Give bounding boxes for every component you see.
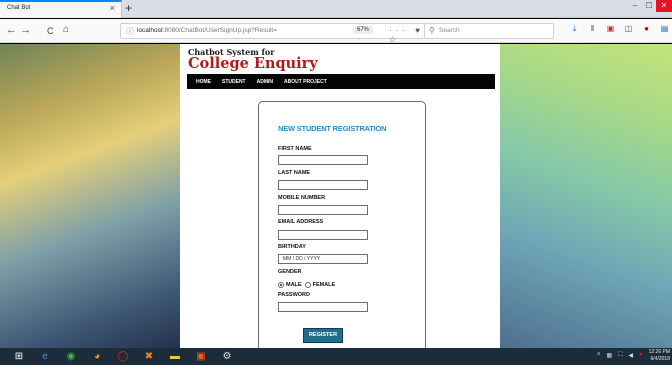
forward-icon[interactable]: → (20, 23, 31, 37)
close-window-icon[interactable]: ✕ (656, 0, 672, 12)
volume-icon[interactable]: ◀ (628, 352, 633, 359)
gender-male-label: MALE (286, 282, 302, 288)
system-tray: ˄ ▦ ⛶ ◀ ● (597, 352, 643, 359)
browser-tab-bar: Chat Bot × + – ☐ ✕ (0, 0, 672, 18)
gender-male-radio[interactable] (278, 282, 284, 288)
search-bar[interactable]: ⚲ Search (424, 23, 554, 39)
menu-item-about-project[interactable]: ABOUT PROJECT (284, 79, 327, 85)
reload-icon[interactable]: C (47, 24, 54, 38)
url-text[interactable]: localhost:8080/ChatBot/UserSignUp.jsp?Re… (137, 27, 277, 34)
browser-nav-bar: ← → C ⌂ ⓘ localhost:8080/ChatBot/UserSig… (0, 19, 672, 44)
app-icon[interactable]: ▣ (194, 350, 208, 363)
menu-item-admin[interactable]: ADMIN (257, 79, 273, 85)
first-name-label: FIRST NAME (278, 146, 312, 152)
extension-icon[interactable]: ▤ (660, 24, 669, 34)
password-field[interactable] (278, 302, 368, 312)
birthday-label: BIRTHDAY (278, 244, 306, 250)
gender-female-radio[interactable] (304, 282, 311, 288)
tab-close-icon[interactable]: × (110, 3, 115, 13)
password-label: PASSWORD (278, 292, 310, 298)
settings-icon[interactable]: ⚙ (220, 350, 234, 363)
zoom-level[interactable]: 67% (353, 26, 374, 34)
menu-item-home[interactable]: HOME (196, 79, 211, 85)
minimize-icon[interactable]: – (628, 0, 642, 12)
language-icon[interactable]: ⛶ (618, 352, 622, 359)
registration-card: NEW STUDENT REGISTRATION FIRST NAME LAST… (258, 101, 426, 348)
opera-icon[interactable]: ◯ (116, 350, 130, 363)
clock-time: 12:26 PM (648, 349, 670, 355)
clock-date: 6/4/2018 (650, 356, 670, 362)
form-title: NEW STUDENT REGISTRATION (278, 124, 387, 133)
site-menu-bar: HOME STUDENT ADMIN ABOUT PROJECT (187, 74, 495, 89)
info-icon[interactable]: ⓘ (126, 26, 134, 37)
browser-tab[interactable]: Chat Bot × (0, 0, 122, 18)
birthday-field[interactable]: MM / DD / YYYY (278, 254, 368, 264)
firefox-icon[interactable]: ◕ (90, 350, 104, 363)
birthday-placeholder: MM / DD / YYYY (283, 256, 321, 262)
taskbar-clock[interactable]: 12:26 PM 6/4/2018 (649, 349, 670, 363)
sidebar-icon[interactable]: ▣ (606, 24, 615, 34)
background-left (0, 44, 180, 348)
screenshot-icon[interactable]: ◫ (624, 24, 633, 34)
url-path: :8080/ChatBot/UserSignUp.jsp?Result= (162, 27, 278, 34)
file-explorer-icon[interactable]: ▬ (168, 350, 182, 363)
search-input[interactable]: Search (439, 27, 460, 34)
menu-item-student[interactable]: STUDENT (222, 79, 246, 85)
page-content: Chatbot System for College Enquiry HOME … (180, 44, 500, 348)
toolbar-icons: ⤓ ⫴ ▣ ◫ ● ▤ ≡ (570, 24, 672, 34)
edge-icon[interactable]: e (38, 350, 52, 363)
mobile-number-label: MOBILE NUMBER (278, 195, 326, 201)
page-actions-icons[interactable]: ··· ♥ ☆ (389, 26, 425, 44)
library-icon[interactable]: ⫴ (588, 24, 597, 34)
back-icon[interactable]: ← (6, 23, 17, 37)
site-brand-title: College Enquiry (188, 55, 318, 72)
taskbar-icons: ⊞ e ◉ ◕ ◯ ✖ ▬ ▣ ⚙ (12, 350, 234, 363)
download-icon[interactable]: ⤓ (570, 24, 579, 34)
gender-female-label: FEMALE (312, 282, 336, 288)
home-icon[interactable]: ⌂ (63, 23, 69, 37)
notification-icon[interactable]: ● (639, 352, 643, 359)
last-name-field[interactable] (278, 180, 368, 190)
adblock-icon[interactable]: ● (642, 24, 651, 34)
page-viewport: Chatbot System for College Enquiry HOME … (0, 44, 672, 348)
window-controls: – ☐ ✕ (628, 0, 672, 14)
last-name-label: LAST NAME (278, 170, 311, 176)
network-icon[interactable]: ▦ (607, 352, 613, 359)
gender-label: GENDER (278, 269, 302, 275)
gender-options: MALE FEMALE (278, 282, 335, 288)
windows-taskbar: ⊞ e ◉ ◕ ◯ ✖ ▬ ▣ ⚙ ˄ ▦ ⛶ ◀ ● 12:26 PM 6/4… (0, 348, 672, 365)
windows-start-icon[interactable]: ⊞ (12, 350, 26, 363)
search-icon: ⚲ (429, 26, 435, 35)
email-address-field[interactable] (278, 230, 368, 240)
url-bar[interactable]: ⓘ localhost:8080/ChatBot/UserSignUp.jsp?… (120, 23, 426, 44)
first-name-field[interactable] (278, 155, 368, 165)
tray-arrow-icon[interactable]: ˄ (597, 352, 601, 359)
url-host: localhost (137, 27, 163, 34)
maximize-icon[interactable]: ☐ (642, 0, 656, 12)
tab-title: Chat Bot (7, 5, 31, 11)
register-button[interactable]: REGISTER (303, 328, 343, 343)
xampp-icon[interactable]: ✖ (142, 350, 156, 363)
new-tab-button[interactable]: + (125, 1, 132, 15)
background-right (500, 44, 672, 348)
email-address-label: EMAIL ADDRESS (278, 219, 324, 225)
mobile-number-field[interactable] (278, 205, 368, 215)
chrome-icon[interactable]: ◉ (64, 350, 78, 363)
